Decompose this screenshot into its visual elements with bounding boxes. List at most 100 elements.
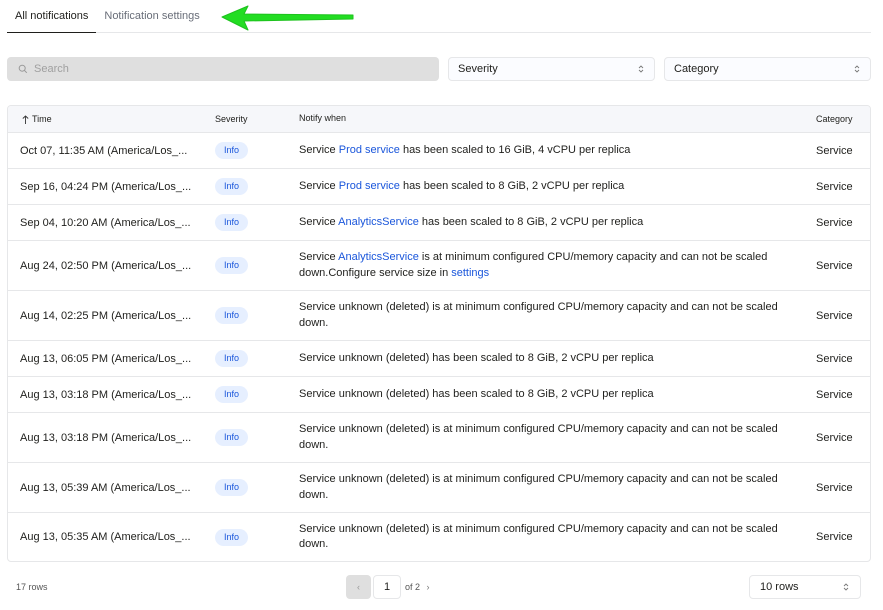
message-text: Service [299, 251, 339, 263]
chevron-left-icon: ‹ [357, 582, 360, 592]
next-page-button[interactable]: › [420, 575, 436, 599]
notify-when-cell: Service AnalyticsService has been scaled… [287, 215, 792, 231]
time-cell: Aug 24, 02:50 PM (America/Los_... [20, 259, 192, 272]
chevron-right-icon: › [426, 582, 430, 592]
search-input[interactable] [34, 63, 414, 75]
time-cell: Aug 13, 05:39 AM (America/Los_... [20, 481, 191, 494]
time-cell: Aug 13, 05:35 AM (America/Los_... [20, 531, 191, 543]
rows-per-page-select[interactable]: 10 rows [749, 575, 861, 599]
category-cell: Service [816, 216, 853, 229]
time-cell: Aug 13, 03:18 PM (America/Los_... [20, 388, 192, 401]
service-link[interactable]: settings [451, 267, 489, 279]
page-number-input[interactable]: 1 [373, 575, 401, 599]
column-header-severity[interactable]: Severity [203, 114, 287, 124]
service-link[interactable]: Prod service [339, 144, 400, 156]
category-cell: Service [816, 352, 853, 365]
message-text: Service unknown (deleted) is at minimum … [299, 473, 778, 501]
total-pages: of 2 [405, 582, 421, 592]
severity-filter-label: Severity [458, 63, 498, 75]
time-cell: Aug 13, 06:05 PM (America/Los_... [20, 352, 192, 365]
severity-badge: Info [215, 178, 249, 195]
category-cell: Service [816, 531, 853, 543]
category-cell: Service [816, 259, 853, 272]
message-text: Service unknown (deleted) is at minimum … [299, 423, 778, 451]
severity-filter[interactable]: Severity [448, 57, 655, 81]
severity-badge: Info [215, 257, 249, 274]
severity-cell: Info [203, 142, 287, 159]
table-body: Oct 07, 11:35 AM (America/Los_... Info Ser… [8, 133, 870, 561]
severity-cell: Info [203, 429, 287, 446]
row-count: 17 rows [16, 582, 48, 592]
table-row[interactable]: Oct 07, 11:35 AM (America/Los_... Info Ser… [8, 133, 870, 169]
sort-ascending-icon [22, 114, 29, 124]
severity-cell: Info [203, 386, 287, 403]
notify-when-cell: Service unknown (deleted) is at minimum … [287, 422, 792, 453]
category-cell: Service [816, 144, 853, 157]
previous-page-button[interactable]: ‹ [346, 575, 371, 599]
message-text: Service unknown (deleted) is at minimum … [299, 301, 778, 329]
notifications-table: Time Severity Notify when Category Oct 0… [7, 105, 871, 562]
column-header-notify-when[interactable]: Notify when [287, 111, 792, 127]
severity-cell: Info [203, 214, 287, 231]
notify-when-cell: Service Prod service has been scaled to … [287, 179, 792, 195]
time-cell: Sep 04, 10:20 AM (America/Los_... [20, 216, 191, 229]
message-text: Service unknown (deleted) has been scale… [299, 387, 654, 400]
notify-when-cell: Service AnalyticsService is at minimum c… [287, 250, 792, 281]
chevron-up-down-icon [854, 65, 860, 73]
message-text: Service unknown (deleted) is at minimum … [299, 522, 778, 551]
table-row[interactable]: Aug 13, 05:35 AM (America/Los_... Info Ser… [8, 513, 870, 561]
severity-badge: Info [215, 350, 249, 367]
severity-cell: Info [203, 307, 287, 324]
severity-cell: Info [203, 479, 287, 496]
message-text: Service [299, 143, 339, 156]
severity-badge: Info [215, 479, 249, 496]
table-row[interactable]: Aug 13, 03:18 PM (America/Los_... Info Ser… [8, 413, 870, 463]
table-row[interactable]: Aug 13, 05:39 AM (America/Los_... Info Ser… [8, 463, 870, 513]
severity-badge: Info [215, 528, 249, 546]
message-text: has been scaled to 16 GiB, 4 vCPU per re… [399, 143, 631, 156]
column-header-time[interactable]: Time [8, 114, 203, 124]
pagination: ‹ 1 of 2 › [346, 575, 436, 599]
severity-badge: Info [215, 214, 249, 231]
notify-when-cell: Service Prod service has been scaled to … [287, 143, 792, 159]
column-header-category[interactable]: Category [792, 114, 870, 124]
tab-bar: All notifications Notification settings [7, 0, 871, 33]
tab-notification-settings[interactable]: Notification settings [96, 0, 207, 33]
time-cell: Aug 14, 02:25 PM (America/Los_... [20, 309, 192, 322]
notify-when-cell: Service unknown (deleted) has been scale… [287, 351, 792, 367]
table-header: Time Severity Notify when Category [8, 106, 870, 133]
time-cell: Sep 16, 04:24 PM (America/Los_... [20, 180, 192, 193]
category-filter-label: Category [674, 63, 719, 75]
annotation-arrow-icon [221, 5, 354, 31]
service-link[interactable]: AnalyticsService [338, 251, 419, 263]
category-cell: Service [816, 481, 853, 494]
category-cell: Service [816, 388, 853, 401]
severity-badge: Info [215, 142, 249, 159]
message-text: Service [299, 215, 339, 228]
severity-cell: Info [203, 257, 287, 274]
category-filter[interactable]: Category [664, 57, 871, 81]
table-row[interactable]: Aug 13, 03:18 PM (America/Los_... Info Ser… [8, 377, 870, 413]
service-link[interactable]: Prod service [339, 180, 400, 192]
time-cell: Oct 07, 11:35 AM (America/Los_... [20, 144, 188, 157]
tab-all-notifications[interactable]: All notifications [7, 0, 97, 33]
table-row[interactable]: Sep 04, 10:20 AM (America/Los_... Info Ser… [8, 205, 870, 241]
category-cell: Service [816, 180, 853, 193]
chevron-up-down-icon [638, 65, 644, 73]
search-box[interactable] [7, 57, 439, 81]
severity-badge: Info [215, 307, 249, 324]
message-text: Service unknown (deleted) has been scale… [299, 351, 654, 364]
chevron-up-down-icon [843, 583, 849, 591]
message-text: has been scaled to 8 GiB, 2 vCPU per rep… [399, 179, 625, 192]
table-row[interactable]: Aug 13, 06:05 PM (America/Los_... Info Ser… [8, 341, 870, 377]
severity-cell: Info [203, 528, 287, 546]
severity-badge: Info [215, 429, 249, 446]
service-link[interactable]: AnalyticsService [338, 216, 419, 228]
severity-cell: Info [203, 350, 287, 367]
table-row[interactable]: Aug 14, 02:25 PM (America/Los_... Info Ser… [8, 291, 870, 341]
table-row[interactable]: Aug 24, 02:50 PM (America/Los_... Info Ser… [8, 241, 870, 291]
time-cell: Aug 13, 03:18 PM (America/Los_... [20, 431, 192, 444]
table-row[interactable]: Sep 16, 04:24 PM (America/Los_... Info Ser… [8, 169, 870, 205]
severity-cell: Info [203, 178, 287, 195]
notify-when-cell: Service unknown (deleted) is at minimum … [287, 472, 792, 503]
